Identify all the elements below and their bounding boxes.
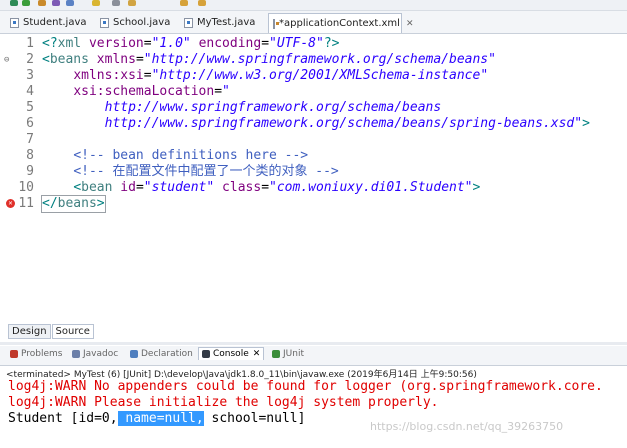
line-number: 10 [18,180,34,195]
view-tab-label: Declaration [141,349,193,359]
view-tab-3[interactable]: Console ✕ [198,347,265,360]
search-icon[interactable] [66,0,74,6]
console-text: Student [id=0, [8,411,118,426]
code-text: <beans xmlns="http://www.springframework… [42,52,496,67]
run-icon[interactable] [22,0,30,6]
view-tab-label: Problems [21,349,63,359]
code-text: http://www.springframework.org/schema/be… [104,116,590,131]
tab-label: MyTest.java [197,17,256,28]
package-icon[interactable] [52,0,60,6]
line-number: 7 [26,132,34,147]
console-icon [202,350,210,358]
pin-icon[interactable] [112,0,120,6]
code-line[interactable]: 5 http://www.springframework.org/schema/… [0,100,627,116]
line-number: 6 [26,116,34,131]
code-line[interactable]: 3 xmlns:xsi="http://www.w3.org/2001/XMLS… [0,68,627,84]
code-text: http://www.springframework.org/schema/be… [104,100,442,115]
java-file-icon [10,17,19,28]
editor-tabs: Student.java School.java MyTest.java *appli… [0,11,627,34]
console-line: log4j:WARN No appenders could be found f… [8,379,603,394]
annotation-icon[interactable] [128,0,136,6]
console-line: Student [id=0, name=null, school=null] [8,411,305,427]
code-line[interactable]: ✕ 11 </beans> [0,195,627,213]
toolbar [0,0,627,11]
javadoc-icon [72,350,80,358]
view-tab-0[interactable]: Problems [10,349,62,359]
tab-source[interactable]: Source [51,324,94,339]
view-tab-label: Javadoc [83,349,119,359]
code-text: <!-- 在配置文件中配置了一个类的对象 --> [73,164,339,179]
junit-icon [272,350,280,358]
new-icon[interactable] [38,0,46,6]
watermark: https://blog.csdn.net/qq_39263750 [370,420,564,433]
code-text: <?xml version="1.0" encoding="UTF-8"?> [42,36,340,51]
sash[interactable] [0,342,627,345]
view-tab-label: JUnit [283,349,304,359]
code-text: xsi:schemaLocation=" [73,84,230,99]
tab-label: *applicationContext.xml [279,18,400,29]
code-line[interactable]: 4 xsi:schemaLocation=" [0,84,627,100]
code-line[interactable]: 7 [0,132,627,148]
code-line[interactable]: 8 <!-- bean definitions here --> [0,148,627,164]
line-number: 5 [26,100,34,115]
tab-label: Student.java [23,17,87,28]
line-number: 4 [26,84,34,99]
code-text: xmlns:xsi="http://www.w3.org/2001/XMLSch… [73,68,489,83]
declaration-icon [130,350,138,358]
back-icon[interactable] [180,0,188,6]
editor-mode-tabs: Design Source [8,324,95,339]
tab-2[interactable]: MyTest.java [180,13,260,32]
tab-3[interactable]: *applicationContext.xml ✕ [268,13,414,33]
fold-icon[interactable]: ⊖ [4,52,9,68]
code-line[interactable]: 9 <!-- 在配置文件中配置了一个类的对象 --> [0,164,627,180]
tab-0[interactable]: Student.java [6,13,88,32]
code-text: <!-- bean definitions here --> [73,148,309,163]
line-number: 2 [26,52,34,67]
view-tab-4[interactable]: JUnit [272,349,304,359]
java-file-icon [100,17,109,28]
problems-icon [10,350,18,358]
bulb-icon[interactable] [92,0,100,6]
code-line[interactable]: 1 <?xml version="1.0" encoding="UTF-8"?> [0,36,627,52]
console-output[interactable]: log4j:WARN No appenders could be found f… [0,379,627,448]
code-text: <bean id="student" class="com.woniuxy.di… [73,180,481,195]
view-tabs: Problems Javadoc Declaration Console ✕ JUnit [0,346,627,366]
line-number: 1 [26,36,34,51]
forward-icon[interactable] [198,0,206,6]
view-tab-1[interactable]: Javadoc [72,349,118,359]
line-number: 8 [26,148,34,163]
line-number: 3 [26,68,34,83]
tab-label: School.java [113,17,171,28]
close-icon[interactable]: ✕ [406,19,414,29]
view-tab-2[interactable]: Declaration [130,349,193,359]
console-line: log4j:WARN Please initialize the log4j s… [8,395,439,410]
java-file-icon [184,17,193,28]
debug-icon[interactable] [10,0,18,6]
code-line[interactable]: 6 http://www.springframework.org/schema/… [0,116,627,132]
selected-text: name=null, [117,411,204,426]
close-icon[interactable]: ✕ [253,349,261,359]
code-line[interactable]: 10 <bean id="student" class="com.woniuxy… [0,180,627,196]
view-tab-label: Console [213,349,249,359]
line-number: 11 [18,196,34,211]
xml-editor[interactable]: 1 <?xml version="1.0" encoding="UTF-8"?> ⊖… [0,34,627,323]
xml-file-icon [273,18,279,29]
code-text: </beans> [41,195,106,213]
tab-1[interactable]: School.java [96,13,174,32]
tab-design[interactable]: Design [8,324,51,339]
line-number: 9 [26,164,34,179]
code-line[interactable]: ⊖ 2 <beans xmlns="http://www.springframewo… [0,52,627,68]
console-text: school=null] [203,411,306,426]
